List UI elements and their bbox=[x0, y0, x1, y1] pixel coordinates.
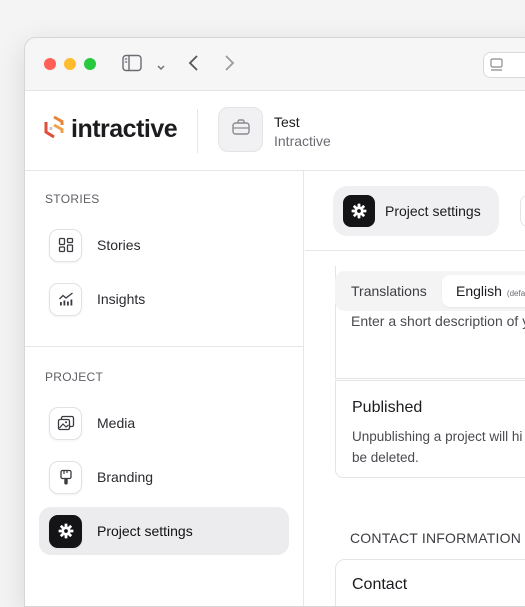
tab-english-suffix: (defau bbox=[507, 289, 525, 298]
address-bar[interactable] bbox=[483, 52, 525, 83]
gear-icon bbox=[49, 515, 82, 548]
stories-section-title: STORIES bbox=[45, 192, 100, 206]
description-input[interactable]: Enter a short description of y bbox=[351, 313, 525, 329]
intractive-logo-icon bbox=[43, 115, 65, 144]
gear-icon bbox=[343, 195, 375, 227]
tab-label: Project settings bbox=[385, 203, 481, 219]
project-avatar[interactable] bbox=[218, 107, 263, 152]
sidebar-item-stories[interactable]: Stories bbox=[39, 221, 289, 269]
header-divider bbox=[197, 109, 198, 153]
project-name[interactable]: Test bbox=[274, 114, 300, 130]
app-window: intractive Test Intractive STORIES Stori… bbox=[24, 37, 525, 607]
published-card: Published Unpublishing a project will hi… bbox=[335, 380, 525, 478]
published-text-line-1: Unpublishing a project will hi bbox=[352, 426, 525, 447]
back-arrow-icon[interactable] bbox=[187, 54, 201, 77]
briefcase-icon bbox=[231, 118, 251, 141]
tab-project-settings[interactable]: Project settings bbox=[333, 186, 499, 236]
logo-text: intractive bbox=[71, 115, 177, 144]
sidebar-toggle-icon[interactable] bbox=[122, 54, 142, 77]
close-window-button[interactable] bbox=[44, 58, 56, 70]
chart-icon bbox=[49, 283, 82, 316]
project-organization: Intractive bbox=[274, 133, 331, 149]
sidebar-item-label: Stories bbox=[97, 237, 141, 253]
contact-card: Contact bbox=[335, 559, 525, 607]
zoom-window-button[interactable] bbox=[84, 58, 96, 70]
title-bar bbox=[25, 38, 525, 91]
sidebar-divider bbox=[25, 346, 304, 347]
tab-translations[interactable]: Translations bbox=[337, 275, 441, 307]
contact-title: Contact bbox=[352, 576, 407, 594]
sidebar-item-media[interactable]: Media bbox=[39, 399, 289, 447]
sidebar-item-label: Branding bbox=[97, 469, 153, 485]
logo[interactable]: intractive bbox=[43, 115, 177, 144]
forward-arrow-icon[interactable] bbox=[222, 54, 236, 77]
sidebar: STORIES Stories Insights PROJECT Media bbox=[25, 171, 304, 607]
images-icon bbox=[49, 407, 82, 440]
sidebar-item-label: Media bbox=[97, 415, 135, 431]
tab-english[interactable]: English (defau bbox=[442, 275, 525, 307]
published-title: Published bbox=[352, 399, 422, 417]
contact-section-title: CONTACT INFORMATION bbox=[350, 530, 521, 546]
sidebar-item-insights[interactable]: Insights bbox=[39, 275, 289, 323]
sidebar-item-label: Project settings bbox=[97, 523, 193, 539]
chevron-down-icon[interactable] bbox=[156, 59, 166, 77]
published-text-line-2: be deleted. bbox=[352, 447, 525, 468]
brush-icon bbox=[49, 461, 82, 494]
main-divider bbox=[305, 250, 525, 251]
sidebar-item-label: Insights bbox=[97, 291, 145, 307]
minimize-window-button[interactable] bbox=[64, 58, 76, 70]
sidebar-item-branding[interactable]: Branding bbox=[39, 453, 289, 501]
app-header: intractive Test Intractive bbox=[25, 91, 525, 171]
published-description: Unpublishing a project will hi be delete… bbox=[352, 426, 525, 468]
grid-icon bbox=[49, 229, 82, 262]
tab-english-label: English bbox=[456, 283, 502, 299]
language-tabs: Translations English (defau bbox=[335, 271, 525, 311]
sidebar-item-project-settings[interactable]: Project settings bbox=[39, 507, 289, 555]
main-content: Project settings Translations English (de… bbox=[305, 171, 525, 607]
secondary-tab[interactable] bbox=[520, 195, 525, 227]
project-section-title: PROJECT bbox=[45, 370, 103, 384]
